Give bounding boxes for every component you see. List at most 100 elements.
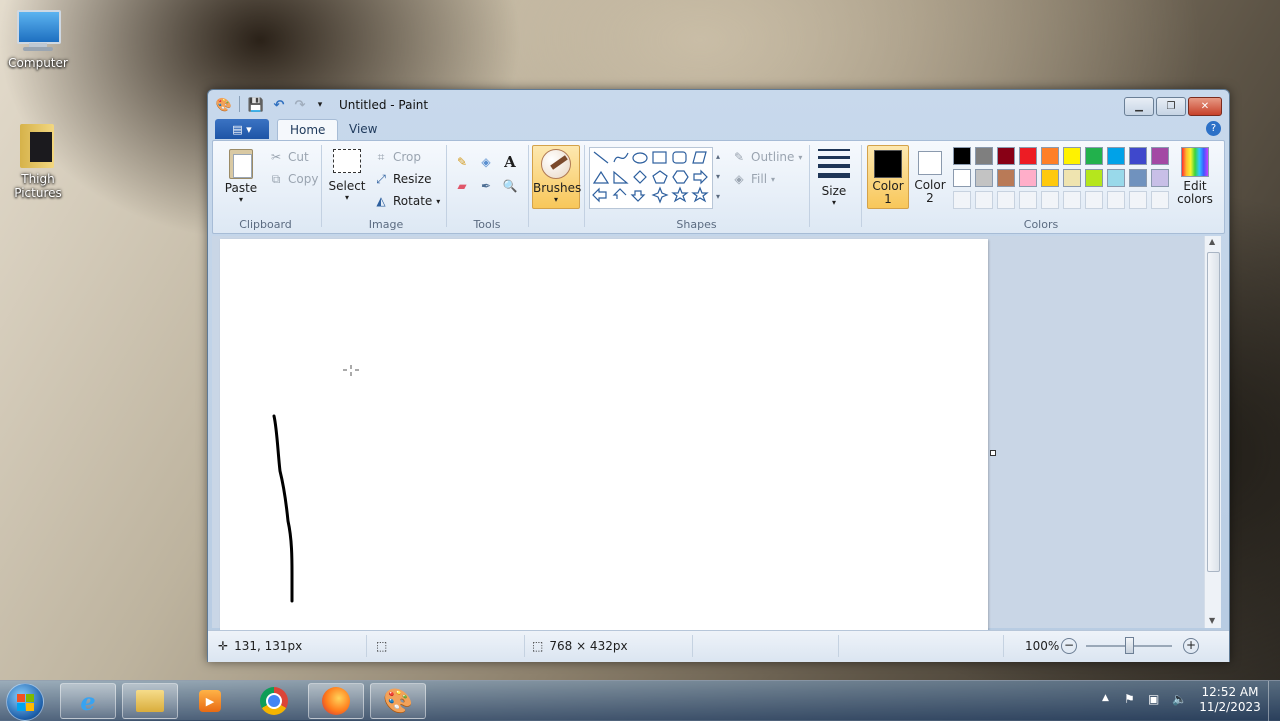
paste-button[interactable]: Paste ▾ [221, 147, 261, 204]
outline-label: Outline [751, 150, 795, 164]
palette-swatch[interactable] [1041, 169, 1059, 187]
paint-app-icon[interactable]: 🎨 [216, 97, 232, 113]
color1-button[interactable]: Color 1 [867, 145, 909, 209]
vertical-scrollbar[interactable]: ▲ ▼ [1204, 236, 1221, 628]
help-icon[interactable]: ? [1206, 121, 1221, 136]
custom-color-slot[interactable] [953, 191, 971, 209]
zoom-slider-thumb[interactable] [1125, 637, 1134, 654]
custom-color-slot[interactable] [1129, 191, 1147, 209]
start-button[interactable] [6, 683, 44, 721]
text-tool-icon[interactable]: A [501, 153, 519, 171]
palette-swatch[interactable] [1063, 169, 1081, 187]
edit-colors-button[interactable]: Edit colors [1173, 147, 1217, 206]
taskbar-internet-explorer[interactable]: e [60, 683, 116, 719]
taskbar-media-player[interactable]: ▶ [182, 683, 238, 719]
palette-swatch[interactable] [975, 169, 993, 187]
palette-swatch[interactable] [1019, 147, 1037, 165]
rotate-icon: ◭ [376, 194, 386, 208]
tab-home[interactable]: Home [277, 119, 339, 140]
taskbar-chrome[interactable] [246, 683, 302, 719]
clipboard-group-label: Clipboard [239, 218, 292, 231]
close-button[interactable]: ✕ [1188, 97, 1222, 116]
palette-swatch[interactable] [1129, 169, 1147, 187]
custom-color-slot[interactable] [1019, 191, 1037, 209]
palette-swatch[interactable] [1151, 147, 1169, 165]
copy-button[interactable]: ⧉ Copy [268, 171, 319, 187]
magnifier-icon[interactable]: 🔍 [501, 177, 519, 195]
fill-button[interactable]: ◈ Fill ▾ [731, 171, 775, 187]
palette-swatch[interactable] [1063, 147, 1081, 165]
rotate-button[interactable]: ◭ Rotate ▾ [373, 193, 440, 209]
undo-icon[interactable]: ↶ [271, 97, 287, 113]
paint-menu-button[interactable]: ▤ ▾ [215, 119, 269, 139]
crop-button[interactable]: ⌗ Crop [373, 149, 421, 165]
drawing-canvas[interactable] [220, 239, 988, 631]
minimize-button[interactable]: ▁ [1124, 97, 1154, 116]
zoom-in-icon[interactable]: + [1183, 638, 1199, 654]
customize-quick-access-icon[interactable]: ▾ [312, 97, 328, 113]
palette-swatch[interactable] [1085, 147, 1103, 165]
scroll-down-icon[interactable]: ▼ [1209, 616, 1215, 625]
taskbar-paint[interactable]: 🎨 [370, 683, 426, 719]
palette-swatch[interactable] [1151, 169, 1169, 187]
shapes-scroll[interactable]: ▴ ▾ ▾ [713, 147, 723, 207]
brushes-button[interactable]: Brushes ▾ [532, 145, 581, 209]
desktop-icon-computer[interactable]: Computer [0, 8, 76, 70]
custom-color-slot[interactable] [1063, 191, 1081, 209]
fill-bucket-icon[interactable]: ◈ [477, 153, 495, 171]
eraser-icon[interactable]: ▰ [453, 177, 471, 195]
pencil-icon[interactable]: ✎ [453, 153, 471, 171]
custom-color-slot[interactable] [975, 191, 993, 209]
maximize-button[interactable]: ❐ [1156, 97, 1186, 116]
resize-button[interactable]: ⤢ Resize [373, 171, 431, 187]
custom-color-slot[interactable] [1151, 191, 1169, 209]
show-desktop-button[interactable] [1268, 681, 1280, 721]
color-picker-icon[interactable]: ✒ [477, 177, 495, 195]
palette-swatch[interactable] [1107, 169, 1125, 187]
network-icon[interactable]: ▣ [1148, 692, 1159, 706]
palette-swatch[interactable] [1041, 147, 1059, 165]
custom-color-slot[interactable] [1107, 191, 1125, 209]
scroll-up-icon[interactable]: ▲ [1209, 237, 1215, 246]
title-bar[interactable]: 🎨 💾 ↶ ↷ ▾ Untitled - Paint ▁ ❐ ✕ [208, 90, 1229, 118]
shapes-gallery-icons [592, 151, 709, 204]
edit-colors-label-line2: colors [1177, 192, 1213, 206]
palette-swatch[interactable] [975, 147, 993, 165]
palette-swatch[interactable] [1085, 169, 1103, 187]
save-icon[interactable]: 💾 [248, 97, 264, 113]
show-hidden-icons[interactable]: ▲ [1102, 693, 1109, 703]
taskbar-file-explorer[interactable] [122, 683, 178, 719]
shapes-gallery[interactable] [589, 147, 713, 209]
volume-icon[interactable]: 🔈 [1172, 692, 1187, 706]
crop-label: Crop [393, 150, 422, 164]
desktop-icon-thigh-pictures[interactable]: Thigh Pictures [0, 120, 76, 200]
palette-swatch[interactable] [997, 169, 1015, 187]
custom-color-slot[interactable] [997, 191, 1015, 209]
palette-swatch[interactable] [953, 169, 971, 187]
color2-button[interactable]: Color 2 [910, 145, 950, 207]
action-center-icon[interactable]: ⚑ [1124, 692, 1135, 706]
select-button[interactable]: Select ▾ [328, 149, 366, 202]
resize-icon: ⤢ [376, 171, 386, 186]
palette-swatch[interactable] [1019, 169, 1037, 187]
scissors-icon: ✂ [270, 150, 282, 164]
redo-icon[interactable]: ↷ [292, 97, 308, 113]
outline-button[interactable]: ✎ Outline ▾ [731, 149, 802, 165]
canvas-resize-handle[interactable] [990, 450, 996, 456]
palette-swatch[interactable] [1107, 147, 1125, 165]
tab-view[interactable]: View [337, 119, 389, 139]
scroll-thumb[interactable] [1207, 252, 1220, 572]
zoom-out-icon[interactable]: − [1061, 638, 1077, 654]
clock[interactable]: 12:52 AM 11/2/2023 [1198, 685, 1262, 715]
palette-swatch[interactable] [997, 147, 1015, 165]
crop-icon: ⌗ [377, 149, 385, 164]
canvas-size-text: 768 × 432px [549, 639, 628, 653]
palette-swatch[interactable] [953, 147, 971, 165]
size-button[interactable]: Size ▾ [814, 147, 854, 207]
taskbar-firefox[interactable] [308, 683, 364, 719]
cut-button[interactable]: ✂ Cut [268, 149, 309, 165]
custom-color-slot[interactable] [1085, 191, 1103, 209]
ribbon-tabs: ▤ ▾ Home View ? [215, 118, 1221, 140]
palette-swatch[interactable] [1129, 147, 1147, 165]
custom-color-slot[interactable] [1041, 191, 1059, 209]
